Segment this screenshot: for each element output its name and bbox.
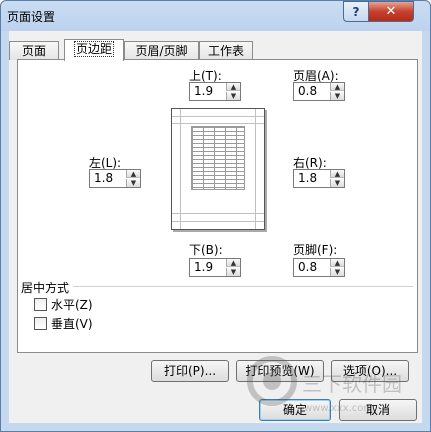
footer-margin-spinner[interactable]: 0.8 ▲ ▼	[293, 258, 345, 277]
page-setup-dialog: 页面设置 ? ✕ 页面 页边距 页眉/页脚 工作表 上(T): 1.9 ▲ ▼ …	[0, 0, 431, 432]
horizontal-checkbox[interactable]	[34, 298, 47, 311]
centering-group-title: 居中方式	[21, 281, 70, 295]
options-button[interactable]: 选项(O)...	[331, 360, 409, 382]
tab-header-footer-label: 页眉/页脚	[135, 44, 188, 58]
close-icon: ✕	[385, 4, 397, 19]
bottom-margin-value[interactable]: 1.9	[194, 260, 213, 274]
left-margin-spinner[interactable]: 1.8 ▲ ▼	[89, 169, 141, 188]
help-button[interactable]: ?	[343, 1, 369, 22]
spin-down-icon[interactable]: ▼	[126, 179, 140, 187]
footer-margin-value[interactable]: 0.8	[298, 260, 317, 274]
cancel-button[interactable]: 取消	[339, 399, 417, 421]
right-margin-spinner[interactable]: 1.8 ▲ ▼	[293, 169, 345, 188]
window-title: 页面设置	[7, 10, 56, 24]
spin-down-icon[interactable]: ▼	[330, 268, 344, 276]
tab-sheet[interactable]: 工作表	[199, 41, 253, 60]
close-button[interactable]: ✕	[368, 1, 414, 22]
bottom-guide-line	[172, 213, 264, 214]
print-button[interactable]: 打印(P)...	[151, 360, 229, 382]
footer-margin-label: 页脚(F):	[293, 243, 338, 257]
ok-button[interactable]: 确定	[259, 399, 331, 421]
left-margin-value[interactable]: 1.8	[94, 171, 113, 185]
header-margin-spinner[interactable]: 0.8 ▲ ▼	[293, 82, 345, 101]
spin-up-icon[interactable]: ▲	[226, 83, 240, 91]
bottom-margin-spinner[interactable]: 1.9 ▲ ▼	[189, 258, 241, 277]
tab-margins-label: 页边距	[73, 41, 114, 57]
title-bar[interactable]: 页面设置 ? ✕	[1, 1, 430, 31]
help-icon: ?	[352, 4, 360, 19]
tab-margins[interactable]: 页边距	[64, 39, 124, 61]
header-margin-value[interactable]: 0.8	[298, 84, 317, 98]
vertical-checkbox-label[interactable]: 垂直(V)	[51, 315, 93, 332]
top-margin-spinner[interactable]: 1.9 ▲ ▼	[189, 82, 241, 101]
header-guide-line	[172, 116, 264, 117]
top-guide-line	[172, 123, 264, 124]
spin-up-icon[interactable]: ▲	[330, 83, 344, 91]
left-guide-line	[180, 109, 181, 229]
footer-guide-line	[172, 221, 264, 222]
right-guide-line	[255, 109, 256, 229]
group-divider	[73, 286, 413, 287]
spin-up-icon[interactable]: ▲	[126, 170, 140, 178]
spin-down-icon[interactable]: ▼	[330, 179, 344, 187]
horizontal-checkbox-label[interactable]: 水平(Z)	[51, 296, 93, 313]
spin-up-icon[interactable]: ▲	[226, 259, 240, 267]
spin-up-icon[interactable]: ▲	[330, 170, 344, 178]
right-margin-value[interactable]: 1.8	[298, 171, 317, 185]
spin-up-icon[interactable]: ▲	[330, 259, 344, 267]
bottom-margin-label: 下(B):	[189, 243, 223, 257]
page-preview	[171, 108, 265, 230]
tab-page-label: 页面	[21, 44, 46, 58]
spin-down-icon[interactable]: ▼	[226, 268, 240, 276]
preview-cell-grid	[191, 126, 245, 190]
vertical-checkbox[interactable]	[34, 317, 47, 330]
spin-down-icon[interactable]: ▼	[226, 92, 240, 100]
top-margin-value[interactable]: 1.9	[194, 84, 213, 98]
tab-sheet-label: 工作表	[207, 44, 244, 58]
spin-down-icon[interactable]: ▼	[330, 92, 344, 100]
tab-page[interactable]: 页面	[9, 41, 59, 60]
print-preview-button[interactable]: 打印预览(W)	[236, 360, 324, 382]
tab-header-footer[interactable]: 页眉/页脚	[124, 41, 199, 60]
